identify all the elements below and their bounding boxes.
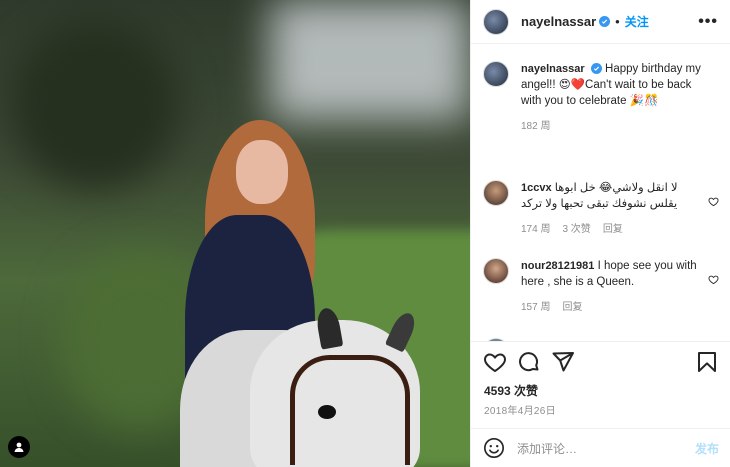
avatar[interactable] — [483, 61, 509, 87]
comment-likes[interactable]: 3 次赞 — [562, 222, 590, 238]
photo-bokeh — [10, 20, 180, 190]
comment-icon[interactable] — [517, 350, 541, 374]
post-panel: nayelnassar • 关注 ••• nayelnassar Happy b… — [470, 0, 730, 467]
verified-badge-icon — [590, 63, 602, 75]
photo-sky — [270, 0, 470, 120]
reply-button[interactable]: 回复 — [562, 300, 582, 316]
caption-username[interactable]: nayelnassar — [521, 63, 585, 75]
horse-eye — [318, 405, 336, 419]
post-comment-button[interactable]: 发布 — [695, 440, 719, 457]
comment-time[interactable]: 157 周 — [521, 300, 550, 316]
avatar[interactable] — [483, 258, 509, 284]
heart-icon[interactable] — [483, 350, 507, 374]
emoji-icon[interactable] — [483, 437, 505, 459]
caption-time[interactable]: 182 周 — [521, 119, 550, 135]
verified-badge-icon — [599, 16, 611, 27]
action-bar — [471, 341, 730, 381]
avatar[interactable] — [483, 180, 509, 206]
horse-bridle — [290, 355, 410, 465]
rider-face — [236, 140, 288, 204]
add-comment-bar: 添加评论… 发布 — [471, 428, 730, 467]
comment-username[interactable]: 1ccvx — [521, 182, 552, 194]
avatar[interactable] — [483, 8, 509, 35]
separator-dot: • — [615, 14, 620, 29]
comment-time[interactable]: 174 周 — [521, 222, 550, 238]
heart-icon[interactable] — [708, 196, 719, 207]
share-icon[interactable] — [551, 350, 575, 374]
comments-list[interactable]: nayelnassar Happy birthday my angel!! 😍❤… — [471, 45, 730, 341]
likes-count[interactable]: 4593 次赞 — [484, 382, 538, 399]
post-photo[interactable] — [0, 0, 470, 467]
caption: nayelnassar Happy birthday my angel!! 😍❤… — [483, 61, 719, 135]
post-header: nayelnassar • 关注 ••• — [471, 0, 730, 44]
reply-button[interactable]: 回复 — [603, 222, 623, 238]
header-username[interactable]: nayelnassar — [521, 14, 596, 29]
post-date[interactable]: 2018年4月26日 — [484, 402, 556, 417]
user-tag-button[interactable] — [8, 436, 30, 458]
bookmark-icon[interactable] — [695, 350, 719, 374]
comment-input[interactable]: 添加评论… — [517, 440, 577, 457]
follow-button[interactable]: 关注 — [625, 13, 649, 30]
heart-icon[interactable] — [708, 274, 719, 285]
list-item: 1ccvx لا انقل ولاشي😂 خل ابوها يقلس نشوفك… — [483, 180, 719, 238]
user-tag-icon — [14, 442, 24, 452]
comment-username[interactable]: nour28121981 — [521, 260, 594, 272]
list-item: nour28121981 I hope see you with here , … — [483, 258, 719, 316]
more-options-button[interactable]: ••• — [698, 13, 718, 31]
